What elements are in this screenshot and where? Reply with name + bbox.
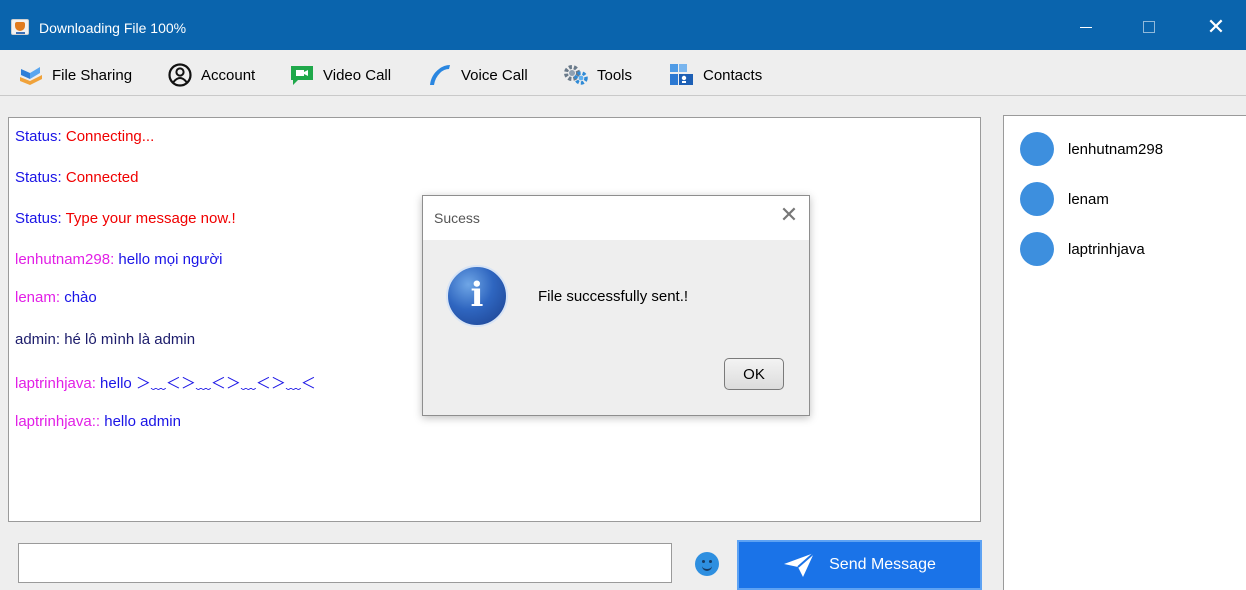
emoji-icon[interactable] [695, 552, 719, 576]
contacts-icon [669, 63, 695, 87]
dialog-title: Sucess [434, 210, 480, 226]
dialog-title-bar: Sucess ✕ [423, 196, 809, 240]
info-icon: i [446, 265, 508, 327]
user-avatar [1020, 182, 1054, 216]
message-sender: laptrinhjava:: [15, 413, 101, 430]
chat-message: Status: Connecting... [15, 128, 154, 145]
voice-call-icon [427, 63, 453, 87]
menu-contacts[interactable]: Contacts [669, 62, 762, 88]
menu-video-call[interactable]: Video Call [289, 62, 391, 88]
message-input[interactable] [18, 543, 672, 583]
message-sender: Status: [15, 128, 62, 145]
chat-message: Status: Connected [15, 169, 138, 186]
user-avatar [1020, 232, 1054, 266]
chat-message: laptrinhjava: hello ＞﹏＜＞﹏＜＞﹏＜＞﹏＜ [15, 372, 316, 393]
file-sharing-icon [18, 63, 44, 87]
message-sender: lenam: [15, 289, 61, 306]
user-list-item[interactable]: lenam [1020, 182, 1109, 216]
chat-message: lenhutnam298: hello mọi người [15, 251, 223, 268]
java-app-icon [11, 19, 29, 35]
send-message-label: Send Message [829, 556, 936, 573]
account-icon [167, 63, 193, 87]
message-text: hello ＞﹏＜＞﹏＜＞﹏＜＞﹏＜ [95, 375, 316, 392]
message-text: Connected [61, 169, 139, 186]
message-text: Connecting... [61, 128, 155, 145]
message-sender: laptrinhjava: [15, 375, 96, 392]
minimize-button[interactable] [1068, 12, 1104, 44]
chat-message: admin: hé lô mình là admin [15, 331, 195, 348]
tools-icon [563, 63, 589, 87]
menu-tools[interactable]: Tools [563, 62, 632, 88]
message-text: Type your message now.! [61, 210, 236, 227]
message-text: hello mọi người [114, 251, 223, 268]
video-call-icon [289, 63, 315, 87]
chat-message: Status: Type your message now.! [15, 210, 236, 227]
user-name: lenhutnam298 [1068, 140, 1164, 158]
dialog-close-button[interactable]: ✕ [777, 204, 801, 228]
message-text: hé lô mình là admin [60, 331, 196, 348]
message-sender: admin: [15, 331, 61, 348]
ok-button[interactable]: OK [724, 358, 784, 390]
chat-message: laptrinhjava:: hello admin [15, 413, 181, 430]
menu-bar: File Sharing Account Video Call Voice Ca… [0, 50, 1246, 96]
dialog-message: File successfully sent.! [538, 288, 689, 305]
user-list-item[interactable]: laptrinhjava [1020, 232, 1145, 266]
close-window-button[interactable]: ✕ [1198, 12, 1234, 44]
message-text: chào [60, 289, 97, 306]
message-text: hello admin [100, 413, 181, 430]
chat-message: lenam: chào [15, 289, 97, 306]
user-name: laptrinhjava [1068, 240, 1145, 258]
title-bar: Downloading File 100% ✕ [0, 0, 1246, 50]
success-dialog: Sucess ✕ i File successfully sent.! OK [422, 195, 810, 416]
send-message-button[interactable]: Send Message [737, 540, 982, 590]
message-sender: lenhutnam298: [15, 251, 115, 268]
message-sender: Status: [15, 210, 62, 227]
menu-account[interactable]: Account [167, 62, 255, 88]
send-icon [784, 552, 815, 577]
user-avatar [1020, 132, 1054, 166]
online-users-panel: lenhutnam298 lenam laptrinhjava [1003, 115, 1246, 590]
message-sender: Status: [15, 169, 62, 186]
maximize-button[interactable] [1130, 12, 1166, 44]
user-list-item[interactable]: lenhutnam298 [1020, 132, 1163, 166]
menu-voice-call[interactable]: Voice Call [427, 62, 528, 88]
window-title: Downloading File 100% [39, 20, 187, 36]
user-name: lenam [1068, 190, 1109, 208]
menu-file-sharing[interactable]: File Sharing [18, 62, 132, 88]
